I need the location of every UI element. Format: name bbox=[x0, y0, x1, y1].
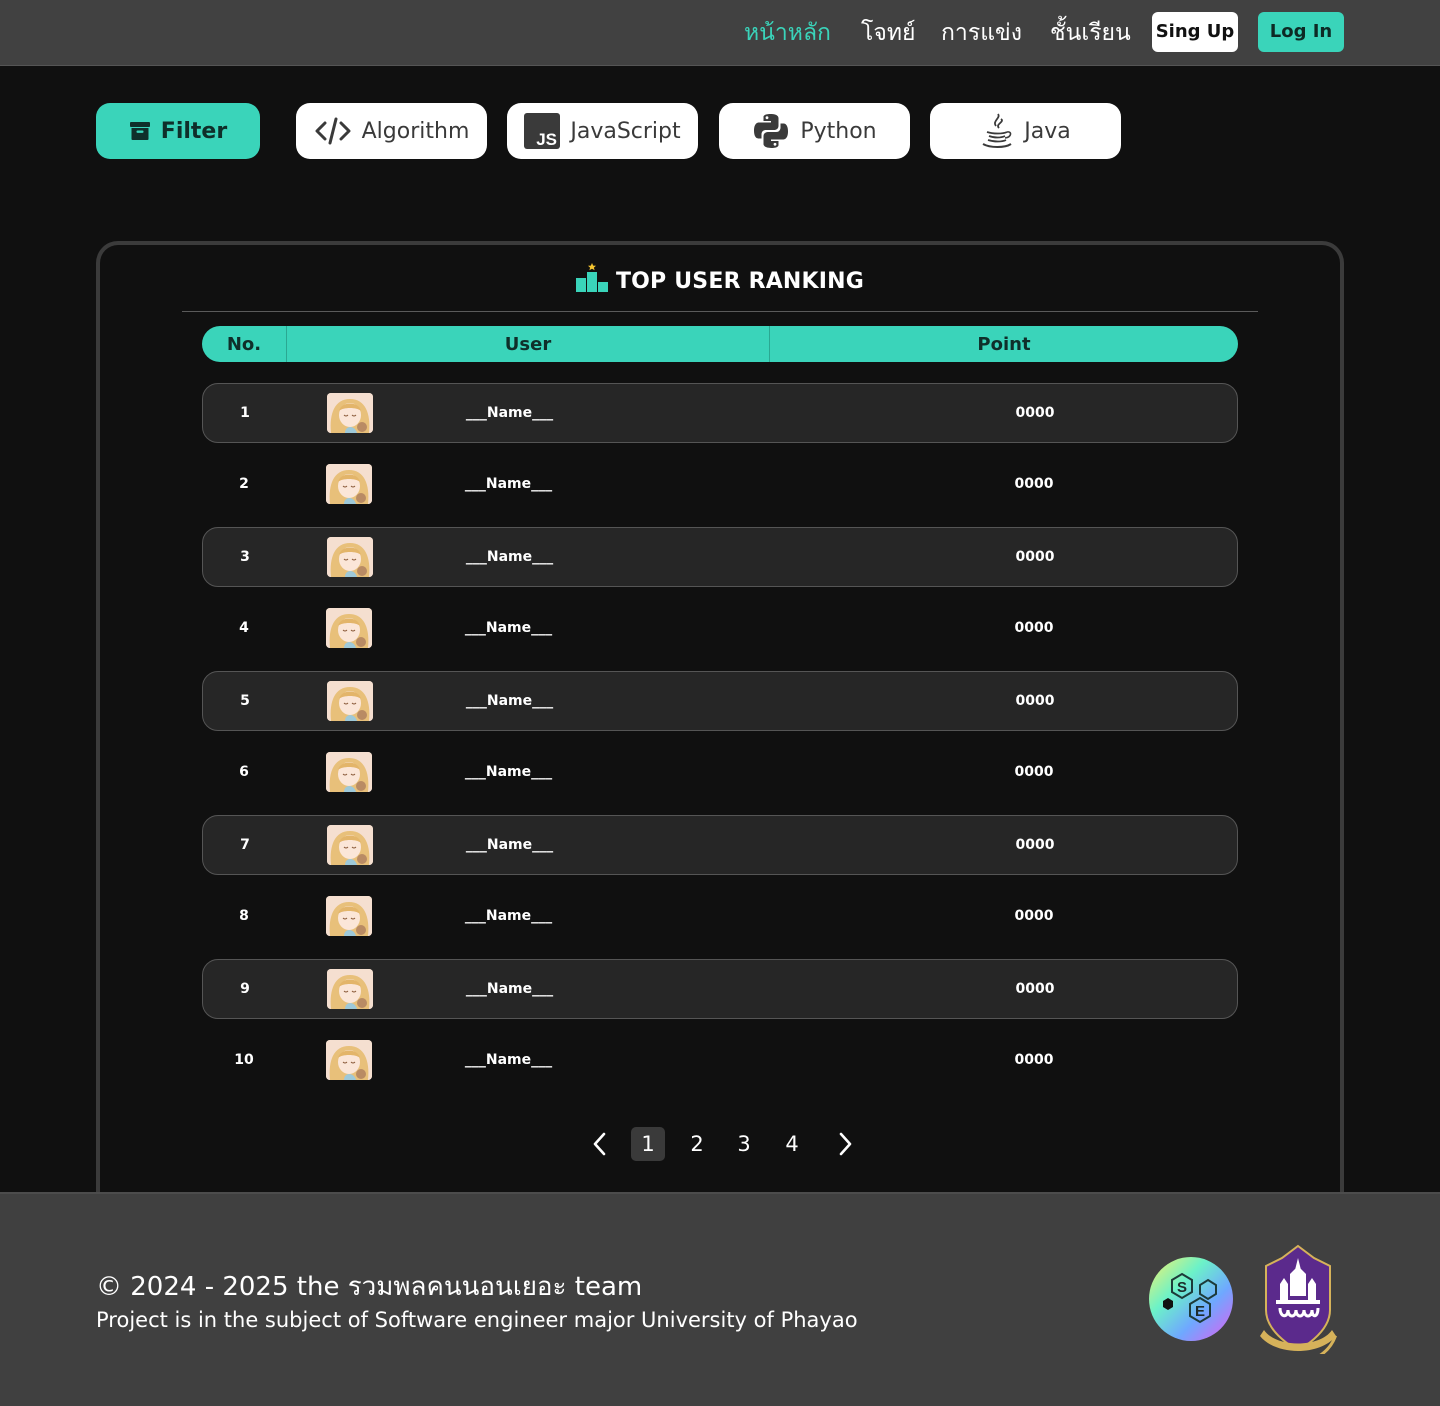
copyright-text: © 2024 - 2025 the รวมพลคนนอนเยอะ team bbox=[96, 1272, 643, 1302]
chevron-right-icon[interactable] bbox=[831, 1131, 857, 1157]
rank-number: 4 bbox=[239, 620, 249, 636]
ranking-row[interactable]: 1 ___Name___ 0000 bbox=[202, 383, 1238, 443]
ranking-row[interactable]: 8 ___Name___ 0000 bbox=[202, 887, 1238, 947]
user-points: 0000 bbox=[1014, 476, 1054, 492]
user-points: 0000 bbox=[1015, 549, 1055, 565]
nav-link-classes[interactable]: ชั้นเรียน bbox=[1050, 16, 1131, 50]
python-icon bbox=[752, 112, 790, 150]
category-label: Python bbox=[800, 118, 877, 144]
ranking-row[interactable]: 9 ___Name___ 0000 bbox=[202, 959, 1238, 1019]
category-chip-algorithm[interactable]: Algorithm bbox=[296, 103, 487, 159]
archive-box-icon bbox=[129, 121, 151, 141]
user-name: ___Name___ bbox=[464, 1052, 553, 1068]
ranking-title-text: TOP USER RANKING bbox=[615, 268, 865, 294]
category-chip-python[interactable]: Python bbox=[719, 103, 910, 159]
svg-text:S: S bbox=[1177, 1279, 1187, 1296]
user-name: ___Name___ bbox=[465, 549, 554, 565]
column-header-user: User bbox=[286, 326, 769, 362]
ranking-card: TOP USER RANKING No. User Point 1 ___Name… bbox=[96, 241, 1344, 1231]
user-points: 0000 bbox=[1015, 405, 1055, 421]
page-button-2[interactable]: 2 bbox=[680, 1127, 714, 1161]
user-name: ___Name___ bbox=[465, 405, 554, 421]
user-points: 0000 bbox=[1014, 1052, 1054, 1068]
title-divider bbox=[182, 311, 1258, 312]
category-chip-java[interactable]: Java bbox=[930, 103, 1121, 159]
footer: © 2024 - 2025 the รวมพลคนนอนเยอะ team Pr… bbox=[0, 1192, 1440, 1406]
user-name: ___Name___ bbox=[464, 764, 553, 780]
login-button[interactable]: Log In bbox=[1258, 12, 1344, 52]
ranking-row[interactable]: 7 ___Name___ 0000 bbox=[202, 815, 1238, 875]
university-of-phayao-logo bbox=[1254, 1244, 1342, 1364]
user-name: ___Name___ bbox=[464, 620, 553, 636]
category-label: Java bbox=[1024, 118, 1071, 144]
podium-icon bbox=[575, 263, 608, 299]
rank-number: 7 bbox=[240, 837, 250, 853]
rank-number: 6 bbox=[239, 764, 249, 780]
top-navbar: หน้าหลัก โจทย์ การแข่ง ชั้นเรียน Sing Up… bbox=[0, 0, 1440, 66]
rank-number: 8 bbox=[239, 908, 249, 924]
nav-link-home[interactable]: หน้าหลัก bbox=[744, 16, 831, 50]
footer-subtitle: Project is in the subject of Software en… bbox=[96, 1308, 858, 1332]
svg-text:JS: JS bbox=[537, 130, 558, 149]
ranking-title: TOP USER RANKING bbox=[100, 259, 1340, 303]
ranking-row[interactable]: 3 ___Name___ 0000 bbox=[202, 527, 1238, 587]
filter-label: Filter bbox=[160, 118, 228, 144]
page-button-4[interactable]: 4 bbox=[775, 1127, 809, 1161]
user-points: 0000 bbox=[1015, 693, 1055, 709]
page-button-1[interactable]: 1 bbox=[631, 1127, 665, 1161]
column-header-no: No. bbox=[226, 334, 262, 355]
rank-number: 1 bbox=[240, 405, 250, 421]
ranking-row[interactable]: 5 ___Name___ 0000 bbox=[202, 671, 1238, 731]
pagination: 1 2 3 4 bbox=[100, 1127, 1340, 1163]
page-button-3[interactable]: 3 bbox=[727, 1127, 761, 1161]
rank-number: 9 bbox=[240, 981, 250, 997]
user-points: 0000 bbox=[1015, 837, 1055, 853]
category-label: JavaScript bbox=[570, 118, 681, 144]
user-points: 0000 bbox=[1014, 908, 1054, 924]
ranking-row[interactable]: 6 ___Name___ 0000 bbox=[202, 743, 1238, 803]
user-points: 0000 bbox=[1014, 764, 1054, 780]
filter-button[interactable]: Filter bbox=[96, 103, 260, 159]
javascript-icon: JS bbox=[524, 113, 561, 149]
user-points: 0000 bbox=[1014, 620, 1054, 636]
java-icon bbox=[980, 112, 1014, 150]
category-label: Algorithm bbox=[361, 118, 470, 144]
rank-number: 2 bbox=[239, 476, 249, 492]
nav-link-contests[interactable]: การแข่ง bbox=[941, 16, 1022, 50]
ranking-row[interactable]: 2 ___Name___ 0000 bbox=[202, 455, 1238, 515]
user-name: ___Name___ bbox=[465, 837, 554, 853]
ranking-table-header: No. User Point bbox=[202, 326, 1238, 362]
user-name: ___Name___ bbox=[464, 908, 553, 924]
user-name: ___Name___ bbox=[465, 981, 554, 997]
nav-link-problems[interactable]: โจทย์ bbox=[861, 16, 915, 50]
user-points: 0000 bbox=[1015, 981, 1055, 997]
svg-text:E: E bbox=[1195, 1303, 1205, 1320]
user-name: ___Name___ bbox=[464, 476, 553, 492]
category-chip-javascript[interactable]: JS JavaScript bbox=[507, 103, 698, 159]
signup-button[interactable]: Sing Up bbox=[1152, 12, 1238, 52]
user-name: ___Name___ bbox=[465, 693, 554, 709]
se-logo: S E bbox=[1148, 1256, 1234, 1342]
ranking-row[interactable]: 10 ___Name___ 0000 bbox=[202, 1031, 1238, 1091]
chevron-left-icon[interactable] bbox=[588, 1131, 614, 1157]
rank-number: 5 bbox=[240, 693, 250, 709]
rank-number: 3 bbox=[240, 549, 250, 565]
code-icon bbox=[314, 117, 352, 145]
ranking-row[interactable]: 4 ___Name___ 0000 bbox=[202, 599, 1238, 659]
rank-number: 10 bbox=[234, 1052, 254, 1068]
column-header-point: Point bbox=[769, 326, 1238, 362]
